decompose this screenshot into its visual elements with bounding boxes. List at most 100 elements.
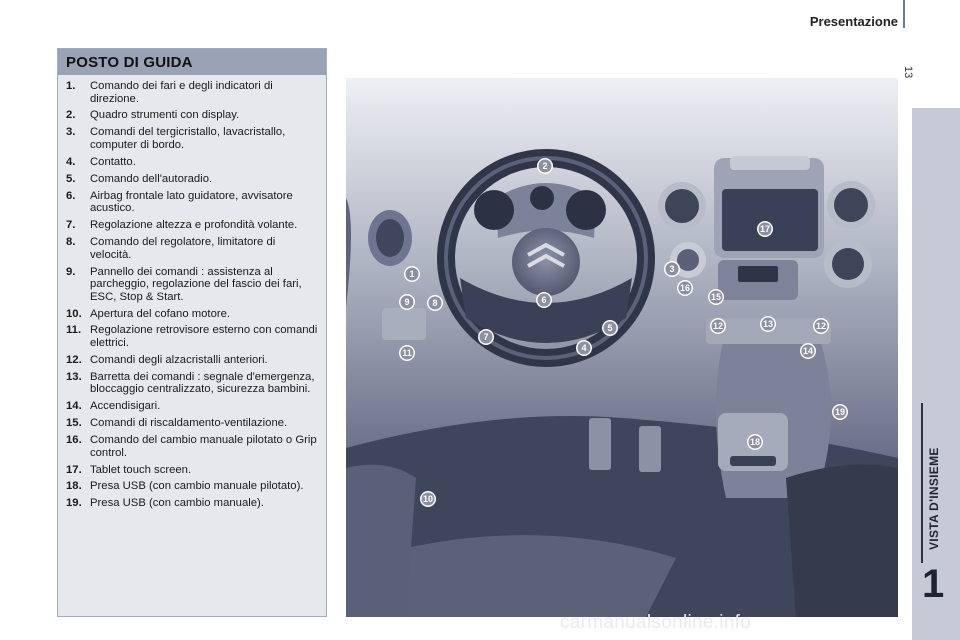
legend-item-number: 8. (66, 236, 76, 249)
callout-marker: 17 (757, 221, 773, 237)
callout-marker: 7 (478, 329, 494, 345)
legend-item-text: Comandi del tergicristallo, lavacristall… (90, 126, 286, 151)
callout-marker: 2 (537, 158, 553, 174)
legend-item-number: 7. (66, 219, 76, 232)
chapter-label: VISTA D'INSIEME (927, 447, 941, 550)
legend-item: 18. Presa USB (con cambio manuale pilotat… (66, 480, 318, 493)
callout-marker: 1 (404, 266, 420, 282)
dashboard-drawing: 1 2 3 4 5 6 7 8 9 10 11 12 13 12 14 15 1… (346, 78, 898, 617)
callout-marker: 9 (399, 294, 415, 310)
callout-marker: 12 (813, 318, 829, 334)
dashboard-illustration: 1 2 3 4 5 6 7 8 9 10 11 12 13 12 14 15 1… (346, 78, 898, 617)
legend-item: 19. Presa USB (con cambio manuale). (66, 497, 318, 510)
svg-text:4: 4 (581, 343, 586, 353)
header-divider (903, 0, 905, 28)
legend-item: 8. Comando del regolatore, limitatore di … (66, 236, 318, 261)
legend-item-text: Presa USB (con cambio manuale pilotato). (90, 480, 304, 493)
svg-text:13: 13 (763, 319, 773, 329)
callout-marker: 12 (710, 318, 726, 334)
legend-item-number: 17. (66, 463, 82, 476)
legend-item: 9. Pannello dei comandi : assistenza al p… (66, 266, 318, 304)
svg-text:9: 9 (404, 297, 409, 307)
legend-item: 5. Comando dell'autoradio. (66, 173, 318, 186)
chapter-number: 1 (922, 562, 945, 606)
legend-item-number: 2. (66, 109, 76, 122)
legend-item-number: 16. (66, 434, 82, 447)
legend-item-number: 18. (66, 480, 82, 493)
legend-item: 7. Regolazione altezza e profondità volan… (66, 219, 318, 232)
legend-item-text: Comando dell'autoradio. (90, 172, 213, 185)
callout-marker: 15 (708, 289, 724, 305)
legend-item: 13. Barretta dei comandi : segnale d'emer… (66, 371, 318, 396)
svg-text:11: 11 (402, 348, 412, 358)
svg-text:2: 2 (542, 161, 547, 171)
legend-item-number: 12. (66, 353, 82, 366)
svg-text:12: 12 (816, 321, 826, 331)
svg-text:1: 1 (409, 269, 414, 279)
svg-text:19: 19 (835, 407, 845, 417)
legend-item-number: 5. (66, 172, 76, 185)
legend-item: 14. Accendisigari. (66, 400, 318, 413)
legend-item: 11. Regolazione retrovisore esterno con c… (66, 324, 318, 349)
legend-item-text: Comando del regolatore, limitatore di ve… (90, 236, 276, 261)
legend-item-number: 11. (66, 324, 82, 337)
legend-item-text: Comando del cambio manuale pilotato o Gr… (90, 434, 317, 459)
legend-item: 10. Apertura del cofano motore. (66, 308, 318, 321)
callout-marker: 10 (420, 491, 436, 507)
chapter-rule (921, 403, 923, 563)
legend-item-text: Presa USB (con cambio manuale). (90, 497, 264, 510)
legend-item: 1. Comando dei fari e degli indicatori di… (66, 80, 318, 105)
svg-text:10: 10 (423, 494, 433, 504)
svg-text:7: 7 (483, 332, 488, 342)
legend-item-text: Regolazione retrovisore esterno con coma… (90, 324, 318, 350)
legend-item: 3. Comandi del tergicristallo, lavacrista… (66, 126, 318, 151)
callout-marker: 14 (800, 343, 816, 359)
svg-text:12: 12 (713, 321, 723, 331)
legend-item-text: Barretta dei comandi : segnale d'emergen… (90, 370, 315, 396)
page-number: 13 (902, 66, 914, 79)
legend-item-text: Quadro strumenti con display. (90, 109, 240, 122)
svg-text:5: 5 (607, 323, 612, 333)
legend-item-text: Accendisigari. (90, 400, 161, 413)
legend-item: 17. Tablet touch screen. (66, 464, 318, 477)
legend-item: 4. Contatto. (66, 156, 318, 169)
watermark: carmanualsonline.info (560, 612, 752, 633)
legend-item-number: 10. (66, 307, 82, 320)
legend-item: 15. Comandi di riscaldamento-ventilazione… (66, 417, 318, 430)
svg-text:16: 16 (680, 283, 690, 293)
legend-item: 2. Quadro strumenti con display. (66, 109, 318, 122)
svg-text:8: 8 (432, 298, 437, 308)
legend-item-number: 1. (66, 80, 76, 92)
legend-item-text: Tablet touch screen. (90, 463, 192, 476)
legend-item: 6. Airbag frontale lato guidatore, avvisa… (66, 190, 318, 215)
legend-item-text: Comando dei fari e degli indicatori di d… (90, 80, 273, 105)
legend-item-text: Airbag frontale lato guidatore, avvisato… (90, 189, 293, 215)
callout-marker: 3 (664, 261, 680, 277)
callout-marker: 6 (536, 292, 552, 308)
legend-item-text: Comandi di riscaldamento-ventilazione. (90, 417, 288, 430)
chapter-side-tab (912, 108, 960, 640)
legend-item-number: 4. (66, 155, 76, 168)
header-title: Presentazione (809, 14, 898, 29)
legend-item-text: Comandi degli alzacristalli anteriori. (90, 353, 268, 366)
callout-marker: 18 (747, 434, 763, 450)
callout-marker: 4 (576, 340, 592, 356)
callout-marker: 16 (677, 280, 693, 296)
legend-list: 1. Comando dei fari e degli indicatori di… (58, 75, 326, 510)
callout-marker: 11 (399, 345, 415, 361)
svg-text:3: 3 (669, 264, 674, 274)
callout-marker: 13 (760, 316, 776, 332)
svg-text:6: 6 (541, 295, 546, 305)
legend-panel-header: POSTO DI GUIDA (58, 49, 326, 75)
legend-panel-title: POSTO DI GUIDA (66, 53, 193, 71)
legend-panel: POSTO DI GUIDA 1. Comando dei fari e degl… (57, 48, 327, 617)
legend-item-text: Regolazione altezza e profondità volante… (90, 219, 298, 232)
svg-text:17: 17 (760, 224, 770, 234)
legend-item: 16. Comando del cambio manuale pilotato o… (66, 434, 318, 459)
legend-item-number: 3. (66, 126, 76, 139)
legend-item-number: 19. (66, 497, 82, 510)
callout-marker: 19 (832, 404, 848, 420)
legend-item-text: Contatto. (90, 155, 136, 168)
legend-item-number: 6. (66, 189, 76, 202)
legend-item-number: 13. (66, 370, 82, 383)
